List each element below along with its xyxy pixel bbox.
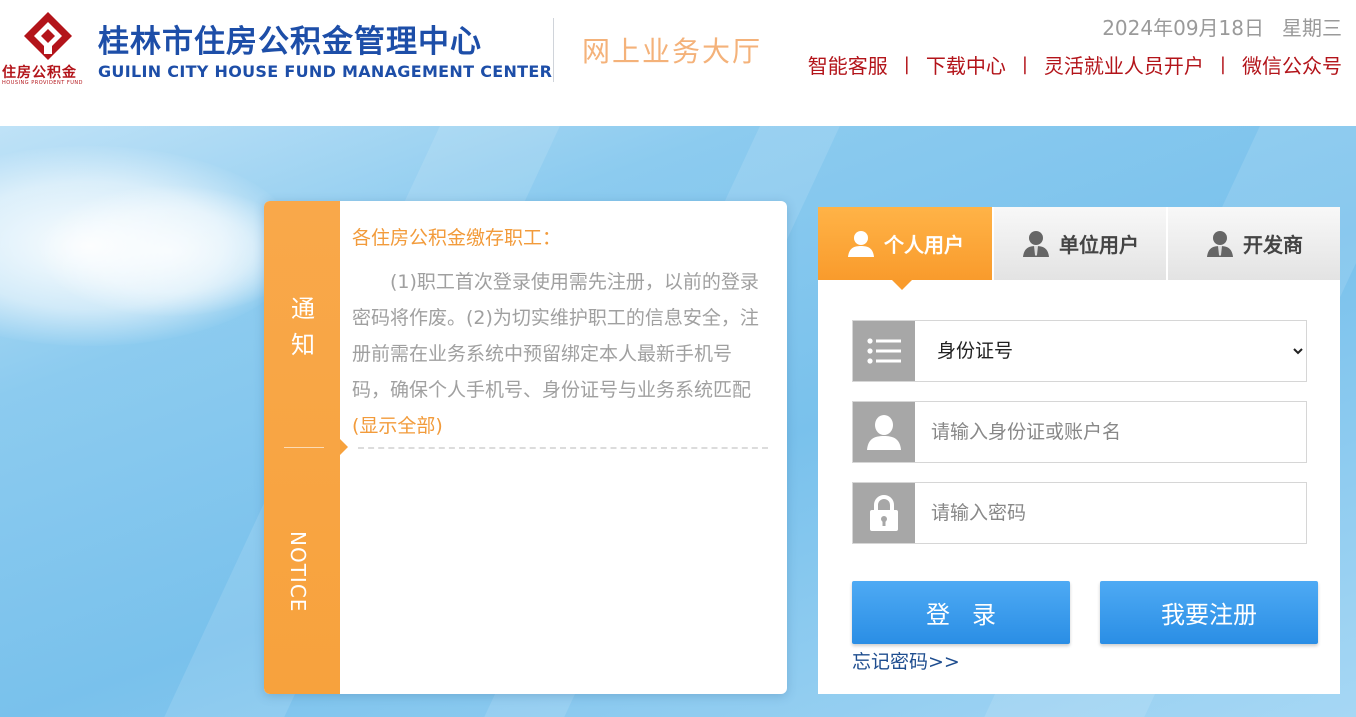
nav-wechat-account[interactable]: 微信公众号 xyxy=(1242,50,1342,79)
org-name-cn: 桂林市住房公积金管理中心 xyxy=(98,24,482,60)
nav-separator: | xyxy=(903,54,910,75)
notice-strip-en: NOTICE xyxy=(286,531,310,613)
show-all-link[interactable]: (显示全部) xyxy=(352,415,443,437)
notice-content: (1)职工首次登录使用需先注册，以前的登录密码将作废。(2)为切实维护职工的信息… xyxy=(352,271,759,401)
user-icon xyxy=(853,402,915,462)
id-type-field: 身份证号 xyxy=(852,320,1307,382)
notice-dashed-divider xyxy=(358,447,768,449)
notice-body: 各住房公积金缴存职工： (1)职工首次登录使用需先注册，以前的登录密码将作废。(… xyxy=(352,223,768,444)
user-icon xyxy=(1023,230,1049,257)
notice-pointer xyxy=(340,439,348,455)
password-field xyxy=(852,482,1307,544)
nav-smart-service[interactable]: 智能客服 xyxy=(808,50,888,79)
tab-personal-label: 个人用户 xyxy=(884,233,964,257)
top-nav: 智能客服 | 下载中心 | 灵活就业人员开户 | 微信公众号 xyxy=(808,50,1342,79)
password-input[interactable] xyxy=(915,483,1306,543)
logo-tiny-en: HOUSING PROVIDENT FUND xyxy=(2,80,83,86)
date-text: 2024年09月18日 xyxy=(1102,16,1264,40)
register-button[interactable]: 我要注册 xyxy=(1100,581,1318,644)
cloud-decoration xyxy=(40,186,300,316)
lock-icon xyxy=(853,483,915,543)
nav-separator: | xyxy=(1219,54,1226,75)
tab-developer[interactable]: 开发商 xyxy=(1166,207,1340,280)
tab-developer-label: 开发商 xyxy=(1243,233,1303,257)
page-header: 住房公积金 HOUSING PROVIDENT FUND 桂林市住房公积金管理中… xyxy=(0,0,1356,126)
logo-small-cn: 住房公积金 xyxy=(2,65,77,81)
login-panel: 个人用户 单位用户 开发商 身份证号 请输入身份证或账户名 登录 我要注册 忘记… xyxy=(818,207,1340,694)
notice-strip-rule xyxy=(284,447,324,448)
user-icon xyxy=(1207,230,1233,257)
nav-download-center[interactable]: 下载中心 xyxy=(926,50,1006,79)
notice-title: 各住房公积金缴存职工： xyxy=(352,227,562,249)
site-subtitle: 网上业务大厅 xyxy=(582,35,763,68)
notice-panel: 通知 NOTICE 各住房公积金缴存职工： (1)职工首次登录使用需先注册，以前… xyxy=(264,201,787,694)
forgot-password-link[interactable]: 忘记密码>> xyxy=(852,647,960,674)
tab-personal-user[interactable]: 个人用户 xyxy=(818,207,992,290)
nav-flexible-employment[interactable]: 灵活就业人员开户 xyxy=(1044,50,1204,79)
org-name-en: GUILIN CITY HOUSE FUND MANAGEMENT CENTER xyxy=(98,62,553,81)
nav-separator: | xyxy=(1021,54,1028,75)
date-display: 2024年09月18日 星期三 xyxy=(1102,12,1342,41)
account-field xyxy=(852,401,1307,463)
tab-unit-label: 单位用户 xyxy=(1059,233,1139,257)
tab-unit-user[interactable]: 单位用户 xyxy=(992,207,1166,280)
user-type-tabs: 个人用户 单位用户 开发商 xyxy=(818,207,1340,290)
notice-text: (1)职工首次登录使用需先注册，以前的登录密码将作废。(2)为切实维护职工的信息… xyxy=(352,264,768,444)
id-type-select[interactable]: 身份证号 xyxy=(915,321,1306,381)
user-icon xyxy=(848,230,874,257)
housing-fund-logo-icon xyxy=(24,12,72,60)
header-divider xyxy=(553,18,554,82)
list-icon xyxy=(853,321,915,381)
account-input[interactable] xyxy=(915,402,1306,462)
login-button[interactable]: 登录 xyxy=(852,581,1070,644)
notice-strip-cn: 通知 xyxy=(291,295,315,359)
notice-strip: 通知 NOTICE xyxy=(264,201,348,694)
weekday-text: 星期三 xyxy=(1282,16,1342,40)
